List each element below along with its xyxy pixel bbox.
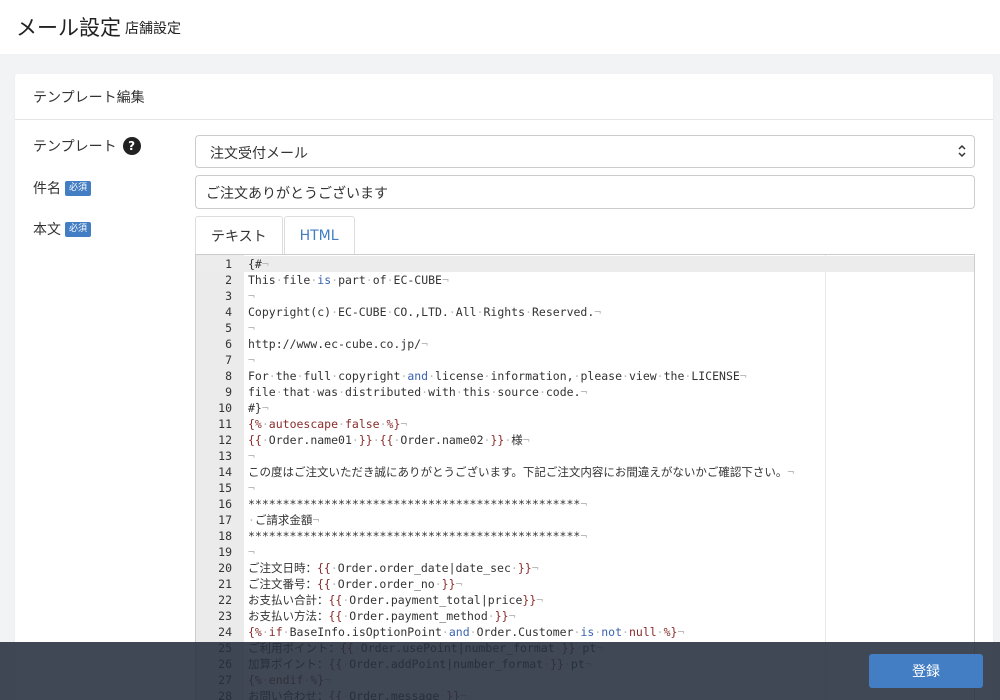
code-line[interactable]: 11 {%·autoescape·false·%}¬ bbox=[196, 416, 974, 432]
code-text: ·ご請求金額¬ bbox=[248, 513, 320, 527]
line-number: 14 bbox=[218, 465, 232, 479]
code-text: ¬ bbox=[248, 289, 255, 303]
code-line[interactable]: 17 ·ご請求金額¬ bbox=[196, 512, 974, 528]
body-label: 本文 必須 bbox=[33, 219, 92, 239]
line-number: 3 bbox=[225, 289, 232, 303]
code-line[interactable]: 24 {%·if·BaseInfo.isOptionPoint·and·Order… bbox=[196, 624, 974, 640]
line-number: 15 bbox=[218, 481, 232, 495]
code-text: {%·if·BaseInfo.isOptionPoint·and·Order.C… bbox=[248, 625, 685, 639]
code-text: ご注文日時：{{·Order.order_date|date_sec·}}¬ bbox=[248, 561, 539, 575]
line-number: 22 bbox=[218, 593, 232, 607]
code-line[interactable]: 1 {#¬ bbox=[196, 256, 974, 272]
line-number: 13 bbox=[218, 449, 232, 463]
line-number: 19 bbox=[218, 545, 232, 559]
code-line[interactable]: 13 ¬ bbox=[196, 448, 974, 464]
select-caret-icon bbox=[958, 144, 966, 158]
code-line[interactable]: 7 ¬ bbox=[196, 352, 974, 368]
line-number: 12 bbox=[218, 433, 232, 447]
code-text: Copyright(c)·EC-CUBE·CO.,LTD.·All·Rights… bbox=[248, 305, 602, 319]
code-text: {%·autoescape·false·%}¬ bbox=[248, 417, 408, 431]
template-select[interactable]: 注文受付メール bbox=[195, 135, 975, 168]
line-number: 5 bbox=[225, 321, 232, 335]
line-number: 16 bbox=[218, 497, 232, 511]
subject-label: 件名 必須 bbox=[33, 178, 92, 198]
page-title: メール設定 bbox=[16, 16, 121, 40]
line-number: 1 bbox=[225, 257, 232, 271]
footer-bar bbox=[0, 642, 1000, 700]
code-text: ¬ bbox=[248, 321, 255, 335]
line-number: 7 bbox=[225, 353, 232, 367]
code-line[interactable]: 14 この度はご注文いただき誠にありがとうございます。下記ご注文内容にお間違えがな… bbox=[196, 464, 974, 480]
code-line[interactable]: 8 For·the·full·copyright·and·license·info… bbox=[196, 368, 974, 384]
code-line[interactable]: 4 Copyright(c)·EC-CUBE·CO.,LTD.·All·Right… bbox=[196, 304, 974, 320]
template-label-text: テンプレート bbox=[33, 139, 117, 155]
code-line[interactable]: 20 ご注文日時：{{·Order.order_date|date_sec·}}¬ bbox=[196, 560, 974, 576]
body-tabs: テキスト HTML bbox=[195, 216, 356, 255]
line-number: 21 bbox=[218, 577, 232, 591]
line-number: 11 bbox=[218, 417, 232, 431]
line-number: 23 bbox=[218, 609, 232, 623]
submit-button[interactable]: 登録 bbox=[869, 654, 983, 688]
line-number: 10 bbox=[218, 401, 232, 415]
page-subtitle: 店舗設定 bbox=[125, 21, 181, 37]
required-badge: 必須 bbox=[65, 180, 92, 196]
code-line[interactable]: 23 お支払い方法：{{·Order.payment_method·}}¬ bbox=[196, 608, 974, 624]
tab-text[interactable]: テキスト bbox=[195, 216, 283, 255]
line-number: 2 bbox=[225, 273, 232, 287]
code-line[interactable]: 21 ご注文番号：{{·Order.order_no·}}¬ bbox=[196, 576, 974, 592]
subject-input[interactable]: ご注文ありがとうございます bbox=[195, 175, 975, 209]
line-number: 24 bbox=[218, 625, 232, 639]
code-text: ¬ bbox=[248, 545, 255, 559]
required-badge: 必須 bbox=[65, 221, 92, 237]
code-line[interactable]: 5 ¬ bbox=[196, 320, 974, 336]
code-text: ¬ bbox=[248, 449, 255, 463]
code-line[interactable]: 6 http://www.ec-cube.co.jp/¬ bbox=[196, 336, 974, 352]
code-line[interactable]: 16 **************************************… bbox=[196, 496, 974, 512]
code-text: ****************************************… bbox=[248, 529, 588, 543]
body-code-editor[interactable]: 1 {#¬ 2 This·file·is·part·of·EC-CUBE¬ 3 ¬ 4 Cop… bbox=[195, 254, 975, 700]
code-text: この度はご注文いただき誠にありがとうございます。下記ご注文内容にお間違えがないか… bbox=[248, 465, 795, 479]
body-label-text: 本文 bbox=[33, 222, 61, 238]
code-text: This·file·is·part·of·EC-CUBE¬ bbox=[248, 273, 449, 287]
code-line[interactable]: 18 **************************************… bbox=[196, 528, 974, 544]
line-number: 6 bbox=[225, 337, 232, 351]
code-text: file·that·was·distributed·with·this·sour… bbox=[248, 385, 588, 399]
code-line[interactable]: 19 ¬ bbox=[196, 544, 974, 560]
subject-label-text: 件名 bbox=[33, 181, 61, 197]
line-number: 8 bbox=[225, 369, 232, 383]
page-header: メール設定 店舗設定 bbox=[0, 0, 1000, 54]
code-text: http://www.ec-cube.co.jp/¬ bbox=[248, 337, 429, 351]
code-text: ¬ bbox=[248, 481, 255, 495]
line-number: 9 bbox=[225, 385, 232, 399]
code-line[interactable]: 22 お支払い合計：{{·Order.payment_total|price}}¬ bbox=[196, 592, 974, 608]
line-number: 20 bbox=[218, 561, 232, 575]
code-text: {#¬ bbox=[248, 257, 269, 271]
code-text: #}¬ bbox=[248, 401, 269, 415]
code-text: For·the·full·copyright·and·license·infor… bbox=[248, 369, 747, 383]
line-number: 4 bbox=[225, 305, 232, 319]
code-text: {{·Order.name01·}}·{{·Order.name02·}}·様¬ bbox=[248, 433, 530, 447]
code-line[interactable]: 2 This·file·is·part·of·EC-CUBE¬ bbox=[196, 272, 974, 288]
code-line[interactable]: 3 ¬ bbox=[196, 288, 974, 304]
code-text: ご注文番号：{{·Order.order_no·}}¬ bbox=[248, 577, 463, 591]
template-select-value: 注文受付メール bbox=[210, 146, 308, 162]
code-line[interactable]: 9 file·that·was·distributed·with·this·sou… bbox=[196, 384, 974, 400]
code-line[interactable]: 10 #}¬ bbox=[196, 400, 974, 416]
tab-html[interactable]: HTML bbox=[283, 216, 355, 255]
code-line[interactable]: 12 {{·Order.name01·}}·{{·Order.name02·}}·… bbox=[196, 432, 974, 448]
line-number: 18 bbox=[218, 529, 232, 543]
code-text: ****************************************… bbox=[248, 497, 588, 511]
card-title: テンプレート編集 bbox=[15, 74, 993, 120]
help-icon[interactable]: ? bbox=[122, 137, 141, 155]
code-text: ¬ bbox=[248, 353, 255, 367]
code-text: お支払い合計：{{·Order.payment_total|price}}¬ bbox=[248, 593, 544, 607]
line-number: 17 bbox=[218, 513, 232, 527]
template-label: テンプレート ? bbox=[33, 136, 141, 156]
code-text: お支払い方法：{{·Order.payment_method·}}¬ bbox=[248, 609, 516, 623]
code-line[interactable]: 15 ¬ bbox=[196, 480, 974, 496]
